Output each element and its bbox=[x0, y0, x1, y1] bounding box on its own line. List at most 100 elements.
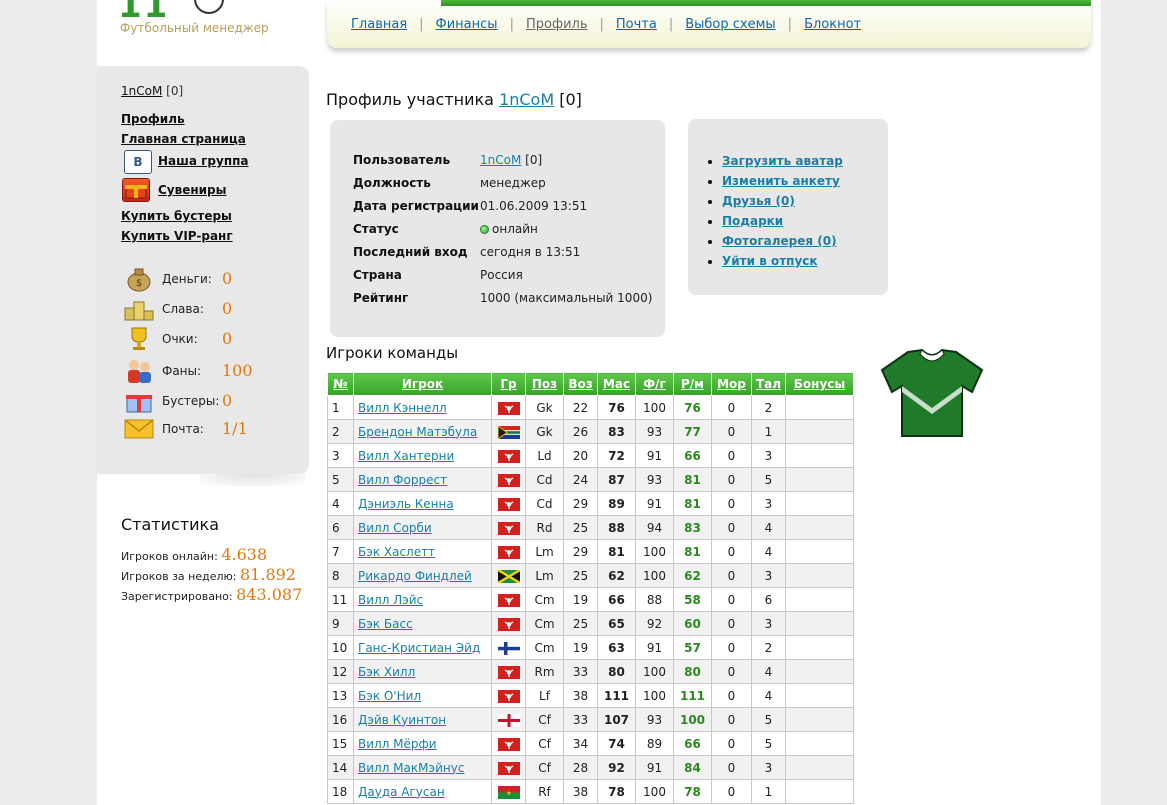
player-link[interactable]: Дэйв Куинтон bbox=[358, 713, 446, 727]
page-title-user-link[interactable]: 1nCoM bbox=[499, 90, 554, 109]
nav-separator: | bbox=[509, 17, 514, 32]
cell-age: 38 bbox=[563, 779, 598, 804]
logo[interactable]: 11 Футбольный менеджер bbox=[118, 0, 293, 40]
cell-mor: 0 bbox=[711, 731, 752, 756]
player-link[interactable]: Ганс-Кристиан Эйд bbox=[358, 641, 480, 655]
cell-mor: 0 bbox=[711, 635, 752, 660]
player-link[interactable]: Вилл Мёрфи bbox=[358, 737, 437, 751]
profile-action-link-2[interactable]: Друзья (0) bbox=[722, 194, 795, 208]
column-header[interactable]: Воз bbox=[563, 372, 598, 396]
stat-row-boosters: Бустеры: 0 bbox=[124, 388, 274, 416]
cell-age: 33 bbox=[563, 707, 598, 732]
sidebar-link-profile[interactable]: Профиль bbox=[121, 112, 185, 126]
table-row: 13 Бэк О'Нил Lf 38 111 100 111 0 4 bbox=[327, 683, 854, 708]
status-text: онлайн bbox=[492, 222, 538, 236]
player-link[interactable]: Бэк Хаслетт bbox=[358, 545, 435, 559]
column-header[interactable]: Игрок bbox=[353, 372, 492, 396]
nationality-cell bbox=[491, 491, 526, 516]
nav-item-3[interactable]: Почта bbox=[616, 17, 657, 32]
cell-bonus bbox=[785, 611, 854, 636]
cell-rm: 81 bbox=[673, 467, 712, 492]
nav-item-0[interactable]: Главная bbox=[351, 17, 407, 32]
cell-tal: 4 bbox=[751, 515, 786, 540]
cell-tal: 4 bbox=[751, 683, 786, 708]
cell-mas: 107 bbox=[597, 707, 636, 732]
column-header[interactable]: Мас bbox=[597, 372, 636, 396]
sidebar-link-buy-vip[interactable]: Купить VIP-ранг bbox=[121, 229, 233, 243]
nav-item-1[interactable]: Финансы bbox=[436, 17, 498, 32]
player-link[interactable]: Брендон Матэбула bbox=[358, 425, 477, 439]
cell-n: 11 bbox=[327, 587, 354, 612]
nav-item-5[interactable]: Блокнот bbox=[804, 17, 861, 32]
stat-label: Почта: bbox=[162, 422, 204, 436]
column-header[interactable]: Гр bbox=[491, 372, 526, 396]
column-header[interactable]: Тал bbox=[751, 372, 786, 396]
trophy-icon bbox=[124, 326, 154, 352]
flag-isle-of-man-icon bbox=[497, 689, 520, 703]
player-link[interactable]: Бэк Хилл bbox=[358, 665, 415, 679]
player-link[interactable]: Вилл Хантерни bbox=[358, 449, 454, 463]
cell-age: 33 bbox=[563, 659, 598, 684]
stat-row-points: Очки: 0 bbox=[124, 326, 274, 354]
profile-action-link-3[interactable]: Подарки bbox=[722, 214, 783, 228]
cell-fg: 100 bbox=[635, 779, 674, 804]
cell-mor: 0 bbox=[711, 419, 752, 444]
player-link[interactable]: Вилл МакМэйнус bbox=[358, 761, 464, 775]
player-link[interactable]: Дэниэль Кенна bbox=[358, 497, 454, 511]
stat-label: Слава: bbox=[162, 302, 204, 316]
nationality-cell bbox=[491, 563, 526, 588]
player-name-cell: Вилл Кэннелл bbox=[353, 395, 492, 420]
nationality-cell bbox=[491, 467, 526, 492]
sidebar-link-home[interactable]: Главная страница bbox=[121, 132, 246, 146]
cell-tal: 3 bbox=[751, 563, 786, 588]
flag-finland-icon bbox=[497, 641, 520, 655]
profile-action-link-5[interactable]: Уйти в отпуск bbox=[722, 254, 818, 268]
column-header[interactable]: Р/м bbox=[673, 372, 712, 396]
cell-n: 7 bbox=[327, 539, 354, 564]
cell-mor: 0 bbox=[711, 683, 752, 708]
player-link[interactable]: Вилл Форрест bbox=[358, 473, 447, 487]
stats-week-label: Игроков за неделю: bbox=[121, 570, 237, 583]
cell-mor: 0 bbox=[711, 659, 752, 684]
player-link[interactable]: Вилл Сорби bbox=[358, 521, 432, 535]
player-link[interactable]: Вилл Лэйс bbox=[358, 593, 423, 607]
sidebar-user-link[interactable]: 1nCoM bbox=[121, 84, 162, 98]
column-header[interactable]: Ф/г bbox=[635, 372, 674, 396]
cell-fg: 100 bbox=[635, 683, 674, 708]
player-link[interactable]: Бэк Басс bbox=[358, 617, 413, 631]
cell-n: 12 bbox=[327, 659, 354, 684]
cell-age: 38 bbox=[563, 683, 598, 708]
cell-n: 1 bbox=[327, 395, 354, 420]
sidebar-link-souvenirs[interactable]: Сувениры bbox=[158, 183, 227, 197]
nav-item-4[interactable]: Выбор схемы bbox=[685, 17, 775, 32]
nav-separator: | bbox=[599, 17, 604, 32]
column-header[interactable]: Поз bbox=[525, 372, 564, 396]
cell-n: 18 bbox=[327, 779, 354, 804]
sidebar-link-buy-boosters[interactable]: Купить бустеры bbox=[121, 209, 232, 223]
profile-action-link-4[interactable]: Фотогалерея (0) bbox=[722, 234, 837, 248]
column-header[interactable]: Мор bbox=[711, 372, 752, 396]
nav-item-2[interactable]: Профиль bbox=[526, 17, 588, 32]
team-table-header: № Игрок Гр Поз Воз Мас Ф/г Р/м Мор Тал Бонусы bbox=[327, 372, 854, 396]
player-link[interactable]: Бэк О'Нил bbox=[358, 689, 421, 703]
nationality-cell bbox=[491, 587, 526, 612]
profile-action-link-0[interactable]: Загрузить аватар bbox=[722, 154, 843, 168]
profile-action-link-1[interactable]: Изменить анкету bbox=[722, 174, 840, 188]
table-row: 15 Вилл Мёрфи Cf 34 74 89 66 0 5 bbox=[327, 731, 854, 756]
nationality-cell bbox=[491, 539, 526, 564]
profile-actions-list: Загрузить аватар Изменить анкету Друзья (0… bbox=[722, 151, 843, 271]
player-link[interactable]: Вилл Кэннелл bbox=[358, 401, 447, 415]
cell-mas: 88 bbox=[597, 515, 636, 540]
player-link[interactable]: Дауда Агусан bbox=[358, 785, 445, 799]
profile-user-link[interactable]: 1nCoM bbox=[480, 153, 521, 167]
column-header[interactable]: Бонусы bbox=[785, 372, 854, 396]
player-link[interactable]: Рикардо Финдлей bbox=[358, 569, 472, 583]
column-header[interactable]: № bbox=[327, 372, 354, 396]
stat-row-mail[interactable]: Почта: 1/1 bbox=[124, 416, 274, 444]
gift-box-icon bbox=[122, 178, 150, 202]
nav-separator: | bbox=[668, 17, 674, 32]
podium-icon bbox=[124, 296, 154, 322]
sidebar-link-group[interactable]: Наша группа bbox=[158, 154, 249, 168]
vk-icon: В bbox=[124, 150, 152, 174]
flag-isle-of-man-icon bbox=[497, 665, 520, 679]
